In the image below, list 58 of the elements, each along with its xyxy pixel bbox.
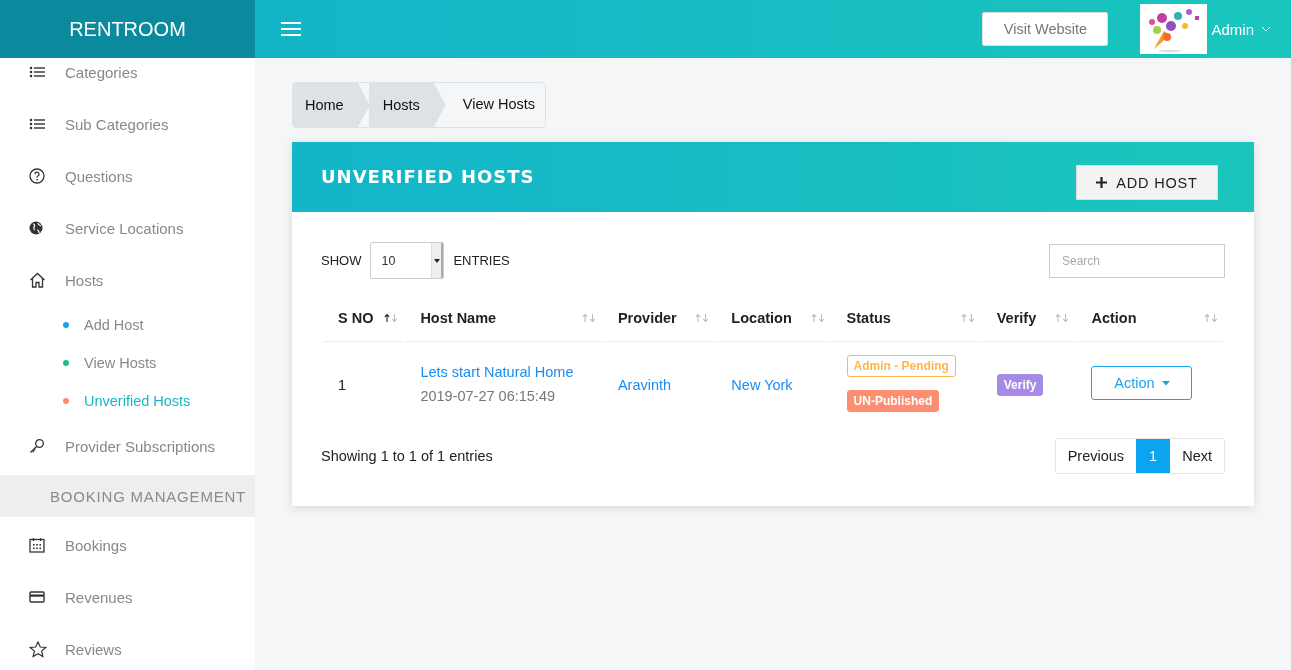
section-heading: BOOKING MANAGEMENT [0, 475, 255, 517]
calendar-icon [29, 537, 45, 553]
column-header[interactable]: Host Name [420, 310, 497, 326]
menu-icon[interactable] [281, 21, 301, 37]
table-cell: 1 [338, 377, 347, 393]
next-button[interactable]: Next [1170, 439, 1224, 473]
add-host-button[interactable]: ADD HOST [1076, 165, 1218, 200]
location-link[interactable]: New York [731, 377, 793, 393]
sidebar-item[interactable]: Questions [0, 150, 255, 202]
column-header[interactable]: Location [731, 310, 792, 326]
sidebar-item[interactable]: Provider Subscriptions [0, 420, 255, 472]
sidebar-item[interactable]: Sub Categories [0, 98, 255, 150]
question-icon [29, 168, 45, 184]
sidebar-item[interactable]: Revenues [0, 571, 255, 623]
status-badge: Admin - Pending [846, 354, 956, 377]
home-icon [29, 272, 46, 288]
plus-icon [1096, 177, 1108, 188]
brand-logo[interactable]: RENTROOM [0, 0, 255, 58]
caret-icon [433, 258, 440, 263]
credit-card-icon [29, 591, 45, 603]
sidebar-item[interactable]: Hosts [0, 254, 255, 306]
page-button[interactable]: 1 [1136, 439, 1171, 473]
key-icon [29, 438, 45, 454]
sidebar-item[interactable]: Bookings [0, 519, 255, 571]
star-icon [29, 640, 47, 658]
sidebar-subitem[interactable]: Add Host [0, 306, 255, 344]
globe-icon [29, 221, 43, 235]
breadcrumb-link[interactable]: Home [293, 83, 370, 127]
sidebar-subitem[interactable]: View Hosts [0, 344, 255, 382]
sidebar-item[interactable]: Service Locations [0, 202, 255, 254]
sort-icon[interactable] [383, 313, 400, 323]
column-header[interactable]: Status [846, 310, 891, 326]
sidebar-subitem[interactable]: Unverified Hosts [0, 382, 255, 420]
list-icon [29, 66, 45, 78]
chevron-down-icon [1261, 26, 1271, 32]
host-name-link[interactable]: Lets start Natural Home [420, 363, 597, 380]
column-header[interactable]: Provider [617, 310, 677, 326]
verify-button[interactable]: Verify [996, 374, 1044, 396]
card-title: UNVERIFIED HOSTS [321, 165, 535, 187]
column-header[interactable]: Action [1091, 310, 1137, 326]
search-field[interactable]: Search [1049, 243, 1225, 278]
date-text: 2019-07-27 06:15:49 [420, 387, 557, 404]
column-header[interactable]: S NO [338, 310, 374, 326]
entries-info: Showing 1 to 1 of 1 entries [321, 448, 493, 464]
entries-select[interactable]: 10 [370, 242, 445, 279]
breadcrumb-link[interactable]: Hosts [368, 83, 446, 127]
column-header[interactable]: Verify [996, 310, 1037, 326]
entries-label: ENTRIES [453, 253, 510, 268]
caret-icon [1161, 380, 1170, 386]
provider-link[interactable]: Aravinth [617, 377, 672, 393]
show-label: SHOW [321, 253, 362, 268]
previous-button[interactable]: Previous [1055, 439, 1137, 473]
sidebar-item[interactable]: Reviews [0, 623, 255, 670]
list-icon [29, 118, 45, 130]
user-menu[interactable]: Admin [1211, 20, 1254, 38]
visit-website-button[interactable]: Visit Website [982, 12, 1109, 46]
status-badge: UN-Published [846, 389, 940, 412]
action-dropdown[interactable]: Action [1091, 366, 1193, 400]
